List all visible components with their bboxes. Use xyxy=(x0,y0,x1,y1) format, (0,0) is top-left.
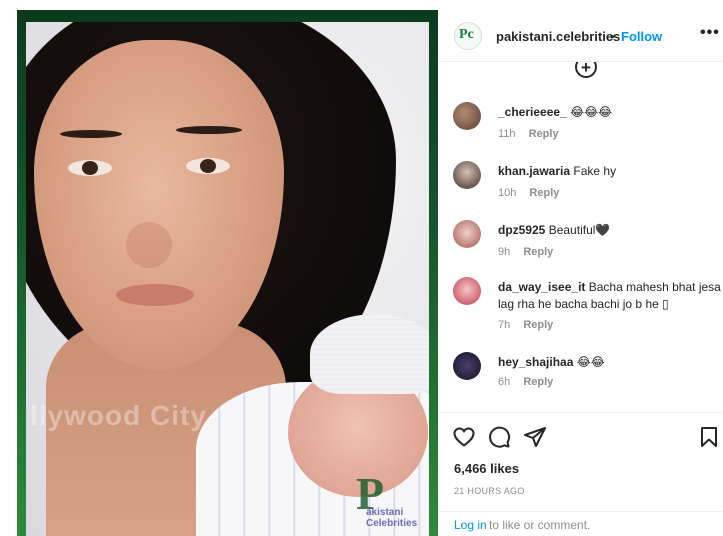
watermark-logo: P akistani Celebrities xyxy=(356,467,429,529)
comment-meta: 10h Reply xyxy=(498,187,559,199)
avatar[interactable] xyxy=(453,277,481,305)
watermark-logo-text: akistani Celebrities xyxy=(366,507,418,529)
comment-text: dpz5925 Beautiful🖤 xyxy=(498,222,722,239)
reply-button[interactable]: Reply xyxy=(529,187,559,199)
baby-hat xyxy=(310,314,429,394)
right-eye xyxy=(186,158,230,174)
more-options-icon[interactable]: ••• xyxy=(700,24,720,42)
avatar[interactable] xyxy=(453,352,481,380)
post-header: Pc pakistani.celebrities • Follow ••• xyxy=(439,0,723,62)
avatar[interactable] xyxy=(453,220,481,248)
plus-circle-icon[interactable]: + xyxy=(575,62,597,78)
comment-meta: 6h Reply xyxy=(498,376,553,388)
comment-text: khan.jawaria Fake hy xyxy=(498,163,722,180)
likes-count[interactable]: 6,466 likes xyxy=(454,461,519,476)
reply-button[interactable]: Reply xyxy=(523,246,553,258)
comment-time: 9h xyxy=(498,246,511,258)
left-eyebrow xyxy=(60,130,122,138)
share-icon[interactable] xyxy=(523,425,547,449)
separator-dot: • xyxy=(610,29,615,44)
comment-username[interactable]: _cherieeee_ xyxy=(498,105,567,119)
login-link[interactable]: Log in xyxy=(454,518,487,532)
comment-meta: 9h Reply xyxy=(498,246,553,258)
comment-body: 😂😂😂 xyxy=(570,105,613,119)
comment-body: 😂😂 xyxy=(576,355,605,369)
comment-text: hey_shajihaa 😂😂 xyxy=(498,354,722,371)
nose-shape xyxy=(126,222,172,268)
comment-time: 10h xyxy=(498,187,517,199)
comment-time: 11h xyxy=(498,128,516,140)
bookmark-icon[interactable] xyxy=(697,425,721,449)
comment-icon[interactable] xyxy=(487,425,511,449)
comment-text: da_way_isee_it Bacha mahesh bhat jesa la… xyxy=(498,279,722,313)
comment-time: 7h xyxy=(498,319,511,331)
avatar[interactable] xyxy=(453,102,481,130)
comment-body: Beautiful🖤 xyxy=(548,223,611,237)
comment-meta: 11h Reply xyxy=(498,128,559,140)
comment-username[interactable]: da_way_isee_it xyxy=(498,280,585,294)
login-prompt-text: to like or comment. xyxy=(489,518,591,532)
post-sidebar: Pc pakistani.celebrities • Follow ••• + … xyxy=(439,0,723,536)
post-timestamp: 21 HOURS AGO xyxy=(454,486,525,496)
comment-meta: 7h Reply xyxy=(498,319,553,331)
comment-body: Fake hy xyxy=(573,164,617,178)
right-eyebrow xyxy=(176,126,242,134)
post-photo: llywood City P akistani Celebrities xyxy=(26,22,429,536)
post-media[interactable]: llywood City P akistani Celebrities xyxy=(17,10,438,536)
lips-shape xyxy=(116,284,194,306)
comments-list[interactable]: + _cherieeee_ 😂😂😂 11h Reply khan.jawaria… xyxy=(439,62,723,412)
username-link[interactable]: pakistani.celebrities xyxy=(496,29,620,44)
avatar[interactable]: Pc xyxy=(454,22,482,50)
comment-text: _cherieeee_ 😂😂😂 xyxy=(498,104,722,121)
comment-time: 6h xyxy=(498,376,511,388)
left-eye xyxy=(68,160,112,176)
reply-button[interactable]: Reply xyxy=(529,128,559,140)
login-bar: Log in to like or comment. xyxy=(439,511,723,536)
reply-button[interactable]: Reply xyxy=(523,376,553,388)
watermark-text: llywood City xyxy=(30,400,207,431)
avatar[interactable] xyxy=(453,161,481,189)
comment-username[interactable]: hey_shajihaa xyxy=(498,355,573,369)
follow-button[interactable]: Follow xyxy=(621,29,662,44)
avatar-logo: Pc xyxy=(459,27,474,42)
comment-username[interactable]: dpz5925 xyxy=(498,223,545,237)
comment-username[interactable]: khan.jawaria xyxy=(498,164,570,178)
reply-button[interactable]: Reply xyxy=(523,319,553,331)
heart-icon[interactable] xyxy=(452,425,476,449)
post-actions: 6,466 likes 21 HOURS AGO Log in to like … xyxy=(439,412,723,536)
